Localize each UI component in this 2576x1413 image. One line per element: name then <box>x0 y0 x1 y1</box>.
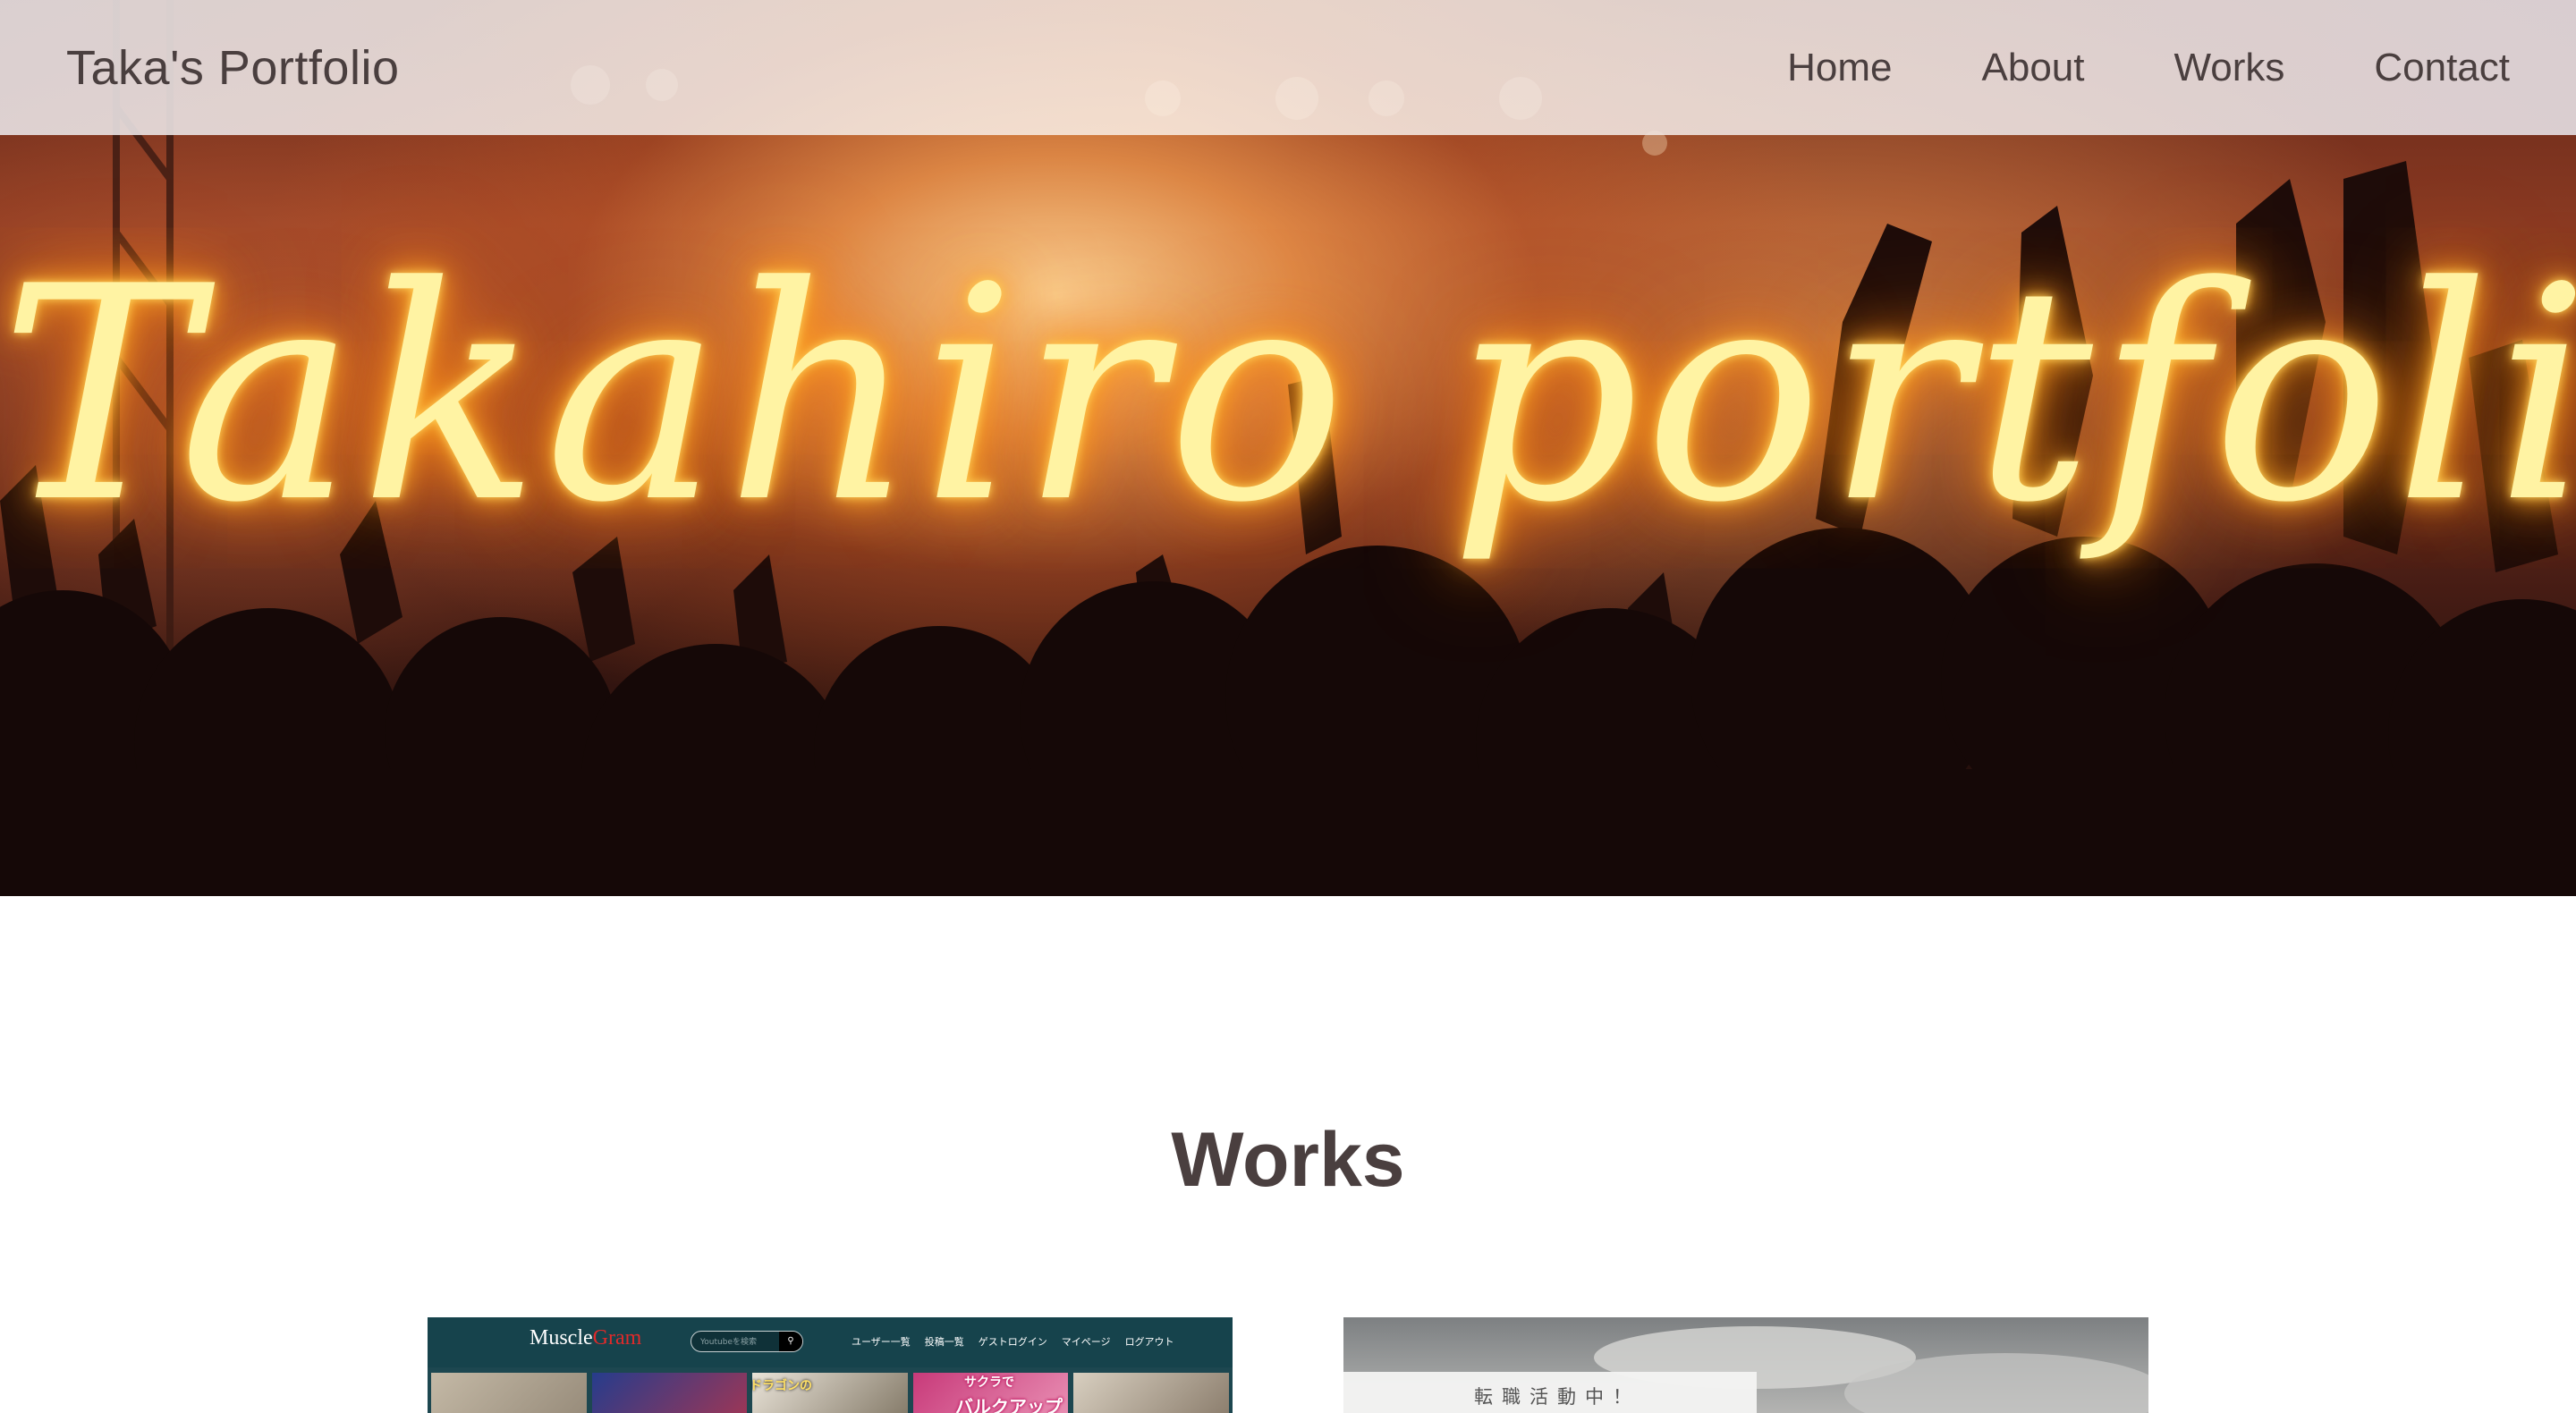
nav-link-contact[interactable]: Contact <box>2374 46 2510 90</box>
nav-link-home[interactable]: Home <box>1787 46 1892 90</box>
thumbnail-caption: ドラゴンの <box>750 1379 812 1393</box>
thumbnail <box>591 1373 748 1413</box>
job-hunting-banner-text: 転職活動中！ <box>1474 1386 1640 1408</box>
musclegram-menu-item: 投稿一覧 <box>924 1336 964 1348</box>
job-hunting-banner: 転職活動中！ <box>1343 1372 1757 1413</box>
search-icon: ⚲ <box>779 1332 802 1351</box>
work-card-job-hunting[interactable]: 転職活動中！ <box>1343 1317 2148 1413</box>
page: Takahiro portfolio Taka's Portfolio Home… <box>0 0 2576 1413</box>
thumbnail <box>431 1373 587 1413</box>
musclegram-search-placeholder: Youtubeを検索 <box>700 1338 757 1347</box>
musclegram-menu-item: ゲストログイン <box>978 1336 1047 1348</box>
logo-main-text: Muscle <box>530 1326 593 1350</box>
nav-link-works[interactable]: Works <box>2174 46 2285 90</box>
hero-title: Takahiro portfolio <box>0 224 2576 567</box>
musclegram-search-box: Youtubeを検索 ⚲ <box>691 1331 803 1352</box>
musclegram-menu-item: マイページ <box>1061 1336 1111 1348</box>
musclegram-logo: MuscleGram <box>530 1326 641 1350</box>
musclegram-menu: ユーザー一覧 投稿一覧 ゲストログイン マイページ ログアウト <box>852 1334 1174 1349</box>
musclegram-thumbnails <box>431 1373 1229 1413</box>
logo-accent-text: Gram <box>592 1326 642 1350</box>
thumbnail-caption: バルクアップ <box>955 1396 1063 1413</box>
work-card-musclegram[interactable]: MuscleGram Youtubeを検索 ⚲ ユーザー一覧 投稿一覧 ゲストロ… <box>428 1317 1233 1413</box>
works-heading: Works <box>1171 1117 1405 1203</box>
thumbnail-caption: サクラで <box>964 1375 1014 1390</box>
musclegram-menu-item: ログアウト <box>1124 1336 1174 1348</box>
navbar: Taka's Portfolio Home About Works Contac… <box>0 0 2576 135</box>
nav-links: Home About Works Contact <box>1698 46 2510 90</box>
nav-link-about[interactable]: About <box>1982 46 2085 90</box>
site-brand[interactable]: Taka's Portfolio <box>66 40 399 96</box>
thumbnail <box>1073 1373 1229 1413</box>
musclegram-header: MuscleGram Youtubeを検索 ⚲ ユーザー一覧 投稿一覧 ゲストロ… <box>428 1317 1233 1367</box>
musclegram-menu-item: ユーザー一覧 <box>852 1336 911 1348</box>
